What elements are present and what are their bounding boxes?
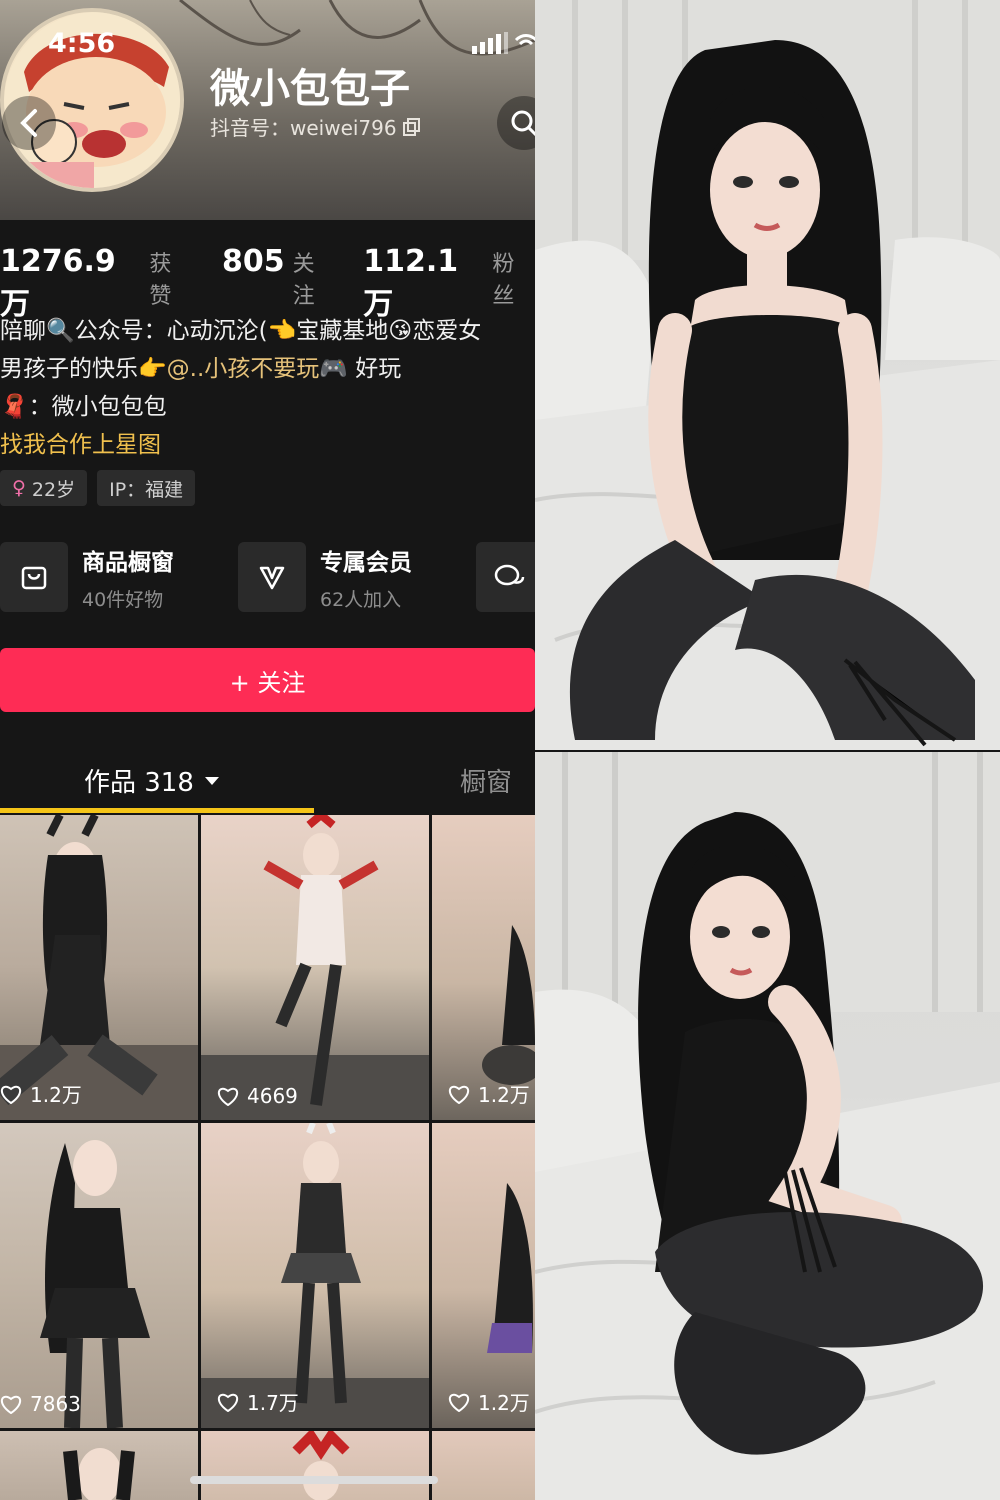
bio-text: 🎮 好玩 — [319, 356, 402, 382]
likes-count: 4669 — [247, 1084, 298, 1108]
photo-top — [535, 0, 1000, 750]
vip-icon — [238, 542, 306, 612]
feature-subtitle: 40件好物 — [82, 588, 164, 611]
video-thumbnail[interactable] — [201, 1431, 429, 1500]
video-thumbnail[interactable]: 1.2万 — [0, 815, 198, 1120]
heart-icon — [218, 1393, 238, 1412]
likes-count: 1.2万 — [478, 1391, 530, 1415]
profile-bio: 陪聊🔍公众号：心动沉沦(👈宝藏基地😘恋爱女 男孩子的快乐👉@..小孩不要玩🎮 好… — [0, 312, 535, 464]
copy-icon[interactable] — [402, 117, 421, 136]
account-id[interactable]: 抖音号：weiwei796 — [210, 112, 421, 141]
tab-works[interactable]: 作品 318 — [84, 762, 220, 799]
search-icon — [511, 110, 535, 137]
video-likes: 1.2万 — [448, 1079, 530, 1108]
female-icon: ♀ — [12, 477, 26, 499]
chat-bubble-icon — [476, 542, 535, 612]
feature-cards: 商品橱窗 40件好物 专属会员 62人加入 — [0, 540, 535, 614]
active-tab-indicator — [0, 808, 314, 813]
back-button[interactable] — [2, 96, 56, 150]
group-chat-card[interactable] — [476, 540, 535, 614]
stat-label: 获赞 — [149, 252, 172, 309]
bio-line: 🧣：微小包包包 — [0, 394, 167, 420]
video-likes: 7863 — [0, 1392, 81, 1416]
likes-count: 7863 — [30, 1392, 81, 1416]
stat-following[interactable]: 805 关注 — [222, 244, 333, 310]
status-indicators — [472, 32, 535, 54]
bio-line: 男孩子的快乐👉@..小孩不要玩🎮 好玩 — [0, 350, 535, 388]
membership-card[interactable]: 专属会员 62人加入 — [238, 540, 456, 614]
profile-name: 微小包包子 — [210, 66, 410, 112]
feature-subtitle: 62人加入 — [320, 588, 402, 611]
video-likes: 4669 — [217, 1084, 298, 1108]
likes-count: 1.2万 — [478, 1083, 530, 1107]
likes-count: 1.2万 — [30, 1083, 82, 1107]
tab-shop-window[interactable]: 橱窗 — [460, 762, 512, 799]
heart-icon — [218, 1087, 238, 1106]
tab-works-label: 作品 318 — [84, 768, 194, 798]
bio-mention-link[interactable]: @..小孩不要玩 — [167, 356, 320, 382]
heart-icon — [449, 1393, 469, 1412]
video-thumbnail[interactable] — [432, 1431, 535, 1500]
follow-button[interactable]: + 关注 — [0, 648, 535, 712]
video-likes: 1.7万 — [217, 1387, 299, 1416]
video-grid: 1.2万 4669 1.2万 7863 1.7万 1.2万 — [0, 815, 535, 1500]
shop-window-card[interactable]: 商品橱窗 40件好物 — [0, 540, 218, 614]
bio-text: 男孩子的快乐👉 — [0, 356, 167, 382]
feature-title: 专属会员 — [320, 549, 412, 576]
video-thumbnail[interactable]: 1.2万 — [432, 1123, 535, 1428]
stat-value: 805 — [222, 244, 285, 279]
profile-screen: 4:56 微小包包子 抖音号：weiwei796 1276.9万 获赞 805 … — [0, 0, 535, 1500]
heart-icon — [1, 1395, 21, 1414]
video-thumbnail[interactable]: 4669 — [201, 815, 429, 1120]
profile-tags: ♀ 22岁 IP：福建 — [0, 470, 196, 506]
bio-line: 陪聊🔍公众号：心动沉沦(👈宝藏基地😘恋爱女 — [0, 318, 482, 344]
video-thumbnail[interactable]: 1.7万 — [201, 1123, 429, 1428]
heart-icon — [1, 1085, 21, 1104]
likes-count: 1.7万 — [247, 1391, 299, 1415]
caret-down-icon — [204, 776, 219, 785]
content-tabs: 作品 318 橱窗 — [0, 748, 535, 814]
stat-label: 关注 — [292, 252, 315, 309]
wifi-icon — [514, 34, 535, 46]
shop-bag-icon — [0, 542, 68, 612]
status-time: 4:56 — [48, 28, 116, 59]
video-likes: 1.2万 — [0, 1079, 82, 1108]
chevron-left-icon — [20, 109, 37, 137]
video-thumbnail[interactable]: 1.2万 — [432, 815, 535, 1120]
ip-tag: IP：福建 — [97, 470, 196, 506]
home-indicator[interactable] — [190, 1476, 438, 1484]
heart-icon — [449, 1085, 469, 1104]
age-tag: ♀ 22岁 — [0, 470, 88, 506]
signal-icon — [472, 32, 508, 54]
ip-text: IP：福建 — [109, 478, 184, 501]
photo-bottom — [535, 752, 1000, 1500]
age-text: 22岁 — [31, 478, 76, 501]
video-likes: 1.2万 — [448, 1387, 530, 1416]
video-thumbnail[interactable]: 7863 — [0, 1123, 198, 1428]
account-id-text: 抖音号：weiwei796 — [210, 116, 397, 140]
stat-label: 粉丝 — [492, 252, 515, 309]
bio-cooperation-link[interactable]: 找我合作上星图 — [0, 426, 535, 464]
video-thumbnail[interactable] — [0, 1431, 198, 1500]
feature-title: 商品橱窗 — [82, 549, 174, 576]
